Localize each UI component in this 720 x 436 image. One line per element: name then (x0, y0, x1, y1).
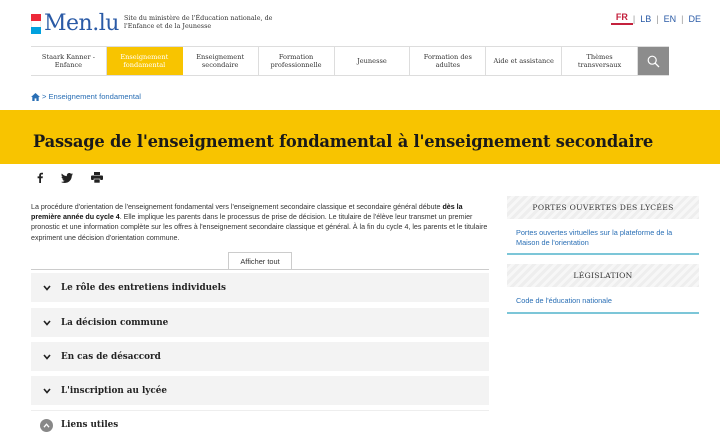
chevron-down-icon (41, 317, 53, 329)
site-logo[interactable]: Men.lu (31, 13, 119, 35)
chevron-down-icon (41, 385, 53, 397)
search-button[interactable] (638, 47, 669, 75)
sidebar-link-code-education[interactable]: Code de l'éducation nationale (516, 296, 612, 305)
accordion-label: La décision commune (61, 317, 169, 328)
lang-en[interactable]: EN (659, 14, 682, 24)
facebook-icon[interactable] (37, 172, 43, 183)
page-title: Passage de l'enseignement fondamental à … (33, 132, 653, 151)
sidebar-section-portes-ouvertes: Portes ouvertes virtuelles sur la platef… (507, 222, 699, 256)
lang-de[interactable]: DE (683, 14, 706, 24)
nav-item-aide-assistance[interactable]: Aide et assistance (486, 47, 563, 75)
sidebar-heading-legislation: LÉGISLATION (507, 264, 699, 287)
accordion-item-decision[interactable]: La décision commune (31, 308, 489, 337)
accordion-label: Le rôle des entretiens individuels (61, 282, 226, 293)
tab-divider (31, 269, 489, 270)
search-icon (647, 55, 660, 67)
chevron-down-icon (41, 282, 53, 294)
chevron-down-icon (41, 351, 53, 363)
accordion-label: En cas de désaccord (61, 351, 161, 362)
intro-paragraph: La procédure d'orientation de l'enseigne… (31, 202, 491, 243)
site-tagline: Site du ministère de l'Éducation nationa… (124, 14, 273, 30)
nav-item-enseignement-fondamental[interactable]: Enseignement fondamental (106, 47, 183, 75)
breadcrumb: > Enseignement fondamental (31, 92, 141, 101)
show-all-button[interactable]: Afficher tout (228, 252, 292, 269)
intro-text: La procédure d'orientation de l'enseigne… (31, 203, 443, 211)
nav-item-enfance[interactable]: Staark Kanner - Enfance (31, 47, 107, 75)
breadcrumb-separator: > (42, 92, 47, 101)
accordion-item-liens-utiles[interactable]: Liens utiles (31, 410, 489, 436)
twitter-icon[interactable] (61, 172, 73, 183)
share-bar (37, 172, 121, 183)
nav-item-enseignement-secondaire[interactable]: Enseignement secondaire (183, 47, 259, 75)
sidebar-heading-portes-ouvertes: PORTES OUVERTES DES LYCÉES (507, 196, 699, 219)
accordion-item-inscription[interactable]: L'inscription au lycée (31, 376, 489, 405)
lang-lb[interactable]: LB (635, 14, 656, 24)
language-switcher: FR | LB | EN | DE (610, 12, 706, 25)
logo-text: Men.lu (44, 11, 119, 36)
home-icon[interactable] (31, 92, 40, 101)
breadcrumb-current[interactable]: Enseignement fondamental (48, 92, 140, 101)
accordion-label: L'inscription au lycée (61, 385, 167, 396)
accordion-item-entretiens[interactable]: Le rôle des entretiens individuels (31, 273, 489, 302)
accordion-item-desaccord[interactable]: En cas de désaccord (31, 342, 489, 371)
chevron-up-icon (40, 418, 53, 432)
site-header: Men.lu Site du ministère de l'Éducation … (0, 0, 720, 42)
accordion-label: Liens utiles (61, 420, 119, 430)
nav-item-formation-professionnelle[interactable]: Formation professionnelle (259, 47, 335, 75)
luxembourg-flag-icon (31, 14, 41, 35)
print-icon[interactable] (91, 172, 103, 183)
sidebar-link-portes-ouvertes[interactable]: Portes ouvertes virtuelles sur la platef… (516, 228, 672, 247)
main-nav: Staark Kanner - Enfance Enseignement fon… (31, 46, 669, 76)
nav-item-formation-adultes[interactable]: Formation des adultes (410, 47, 487, 75)
sidebar-section-legislation: Code de l'éducation nationale (507, 290, 699, 314)
nav-item-themes-transversaux[interactable]: Thèmes transversaux (562, 47, 638, 75)
lang-fr[interactable]: FR (610, 12, 633, 25)
nav-item-jeunesse[interactable]: Jeunesse (335, 47, 411, 75)
